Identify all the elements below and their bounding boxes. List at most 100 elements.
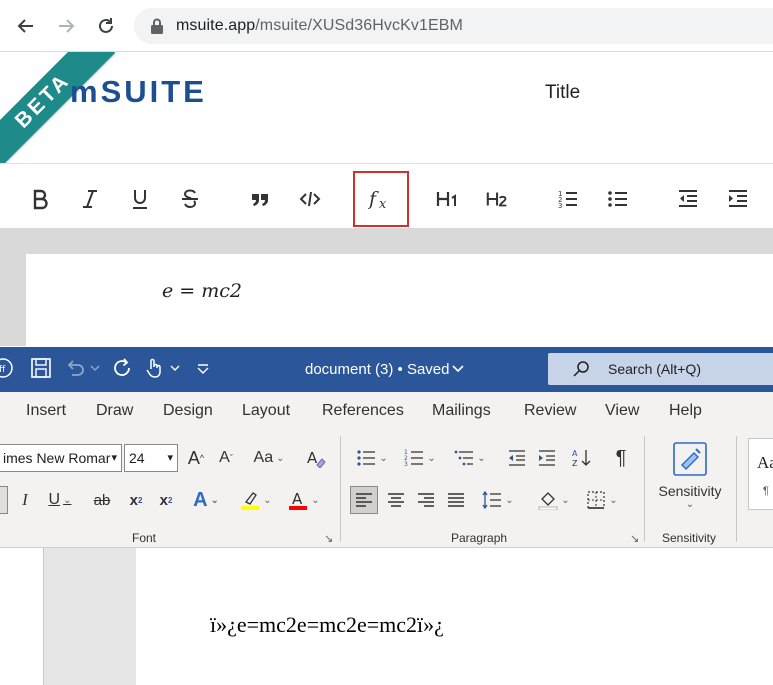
reload-button[interactable]: [92, 12, 120, 40]
bold-toggle[interactable]: [0, 486, 8, 514]
chevron-down-icon: ⌄: [685, 498, 695, 510]
browser-toolbar: msuite.app/msuite/XUSd36HvcKv1EBM: [0, 0, 773, 52]
numbering-icon: 123: [404, 449, 424, 468]
sensitivity-button[interactable]: Sensitivity ⌄: [652, 436, 728, 514]
heading-2-icon: [486, 192, 507, 207]
italic-toggle[interactable]: I: [14, 486, 36, 514]
address-bar[interactable]: msuite.app/msuite/XUSd36HvcKv1EBM: [134, 8, 773, 44]
font-color-button[interactable]: A ⌄: [284, 486, 324, 514]
touch-mode-icon[interactable]: [144, 357, 164, 379]
customize-toolbar-icon[interactable]: [196, 363, 210, 375]
blockquote-button[interactable]: [232, 170, 288, 228]
document-title[interactable]: Title: [545, 82, 580, 104]
shading-button[interactable]: ⌄: [534, 486, 574, 514]
grow-font-button[interactable]: A ^: [184, 444, 208, 472]
touch-mode-dropdown-icon[interactable]: [170, 365, 180, 373]
tab-design[interactable]: Design: [163, 402, 213, 420]
style-preview-normal: Aa: [757, 453, 773, 472]
formula-text[interactable]: e = mc2: [162, 280, 242, 302]
word-document-name[interactable]: document (3) • Saved: [305, 361, 450, 378]
heading-2-button[interactable]: [470, 170, 526, 228]
quote-icon: [252, 194, 268, 206]
decrease-indent-icon: [509, 450, 525, 466]
outdent-icon: [679, 190, 697, 207]
font-name-combo[interactable]: imes New Romar ▾: [0, 444, 122, 472]
code-button[interactable]: [282, 170, 338, 228]
back-button[interactable]: [12, 12, 40, 40]
sensitivity-label-icon: [673, 441, 707, 476]
paragraph-group-label: Paragraph: [451, 531, 508, 545]
indent-button[interactable]: [710, 170, 766, 228]
editor-page[interactable]: [26, 254, 773, 346]
forward-button[interactable]: [52, 12, 80, 40]
tab-mailings[interactable]: Mailings: [432, 402, 491, 420]
tab-review[interactable]: Review: [524, 402, 576, 420]
strikethrough-button[interactable]: [162, 170, 218, 228]
svg-text:x: x: [379, 197, 387, 210]
bullets-button[interactable]: ⌄: [352, 444, 392, 472]
tab-draw[interactable]: Draw: [96, 402, 133, 420]
paragraph-dialog-launcher-icon[interactable]: ↘: [630, 532, 639, 545]
ribbon-body: imes New Romar ▾ 24 ▾ A ^ Aˇ Aa ⌄ A I U ⌄ a…: [0, 430, 773, 548]
bullet-list-button[interactable]: [590, 170, 646, 228]
multilevel-list-button[interactable]: ⌄: [450, 444, 490, 472]
function-icon: fx: [368, 188, 387, 210]
font-size-combo[interactable]: 24 ▾: [124, 444, 178, 472]
word-search-box[interactable]: Search (Alt+Q): [548, 353, 773, 385]
chevron-down-icon[interactable]: ▾: [111, 451, 117, 464]
svg-text:3: 3: [404, 461, 408, 468]
autosave-toggle-icon[interactable]: ff: [0, 357, 14, 379]
word-body-text[interactable]: ï»¿e=mc2e=mc2e=mc2ï»¿: [210, 612, 444, 638]
paint-bucket-icon: [538, 492, 558, 510]
highlight-color-button[interactable]: ⌄: [236, 486, 276, 514]
bold-button[interactable]: [12, 170, 68, 228]
tab-references[interactable]: References: [322, 402, 404, 420]
superscript-button[interactable]: x2: [154, 486, 178, 514]
clear-formatting-button[interactable]: A: [303, 444, 329, 472]
heading-1-button[interactable]: [420, 170, 476, 228]
shrink-font-button[interactable]: Aˇ: [214, 444, 238, 472]
formula-button[interactable]: fx: [353, 171, 409, 227]
styles-gallery[interactable]: Aa ¶: [748, 438, 773, 510]
word-search-placeholder: Search (Alt+Q): [608, 361, 701, 377]
subscript-button[interactable]: x2: [124, 486, 148, 514]
ribbon-tabs: Insert Draw Design Layout References Mai…: [0, 392, 773, 430]
strikethrough-toggle[interactable]: ab: [88, 486, 116, 514]
arrow-left-icon: [17, 19, 33, 33]
tab-layout[interactable]: Layout: [242, 402, 290, 420]
chevron-down-icon[interactable]: ▾: [167, 451, 173, 464]
sort-button[interactable]: AZ: [568, 444, 596, 472]
align-right-button[interactable]: [412, 486, 440, 514]
document-name-chevron-icon[interactable]: [452, 365, 464, 373]
change-case-button[interactable]: Aa ⌄: [250, 444, 288, 472]
tab-view[interactable]: View: [605, 402, 639, 420]
justify-button[interactable]: [442, 486, 470, 514]
italic-button[interactable]: [62, 170, 118, 228]
show-formatting-marks-button[interactable]: ¶: [608, 444, 634, 472]
ordered-list-button[interactable]: 123: [540, 170, 596, 228]
tab-insert[interactable]: Insert: [26, 402, 66, 420]
text-effects-button[interactable]: A ⌄: [188, 486, 224, 514]
align-center-button[interactable]: [382, 486, 410, 514]
font-dialog-launcher-icon[interactable]: ↘: [324, 532, 333, 545]
underline-toggle[interactable]: U ⌄: [42, 486, 78, 514]
align-left-button[interactable]: [350, 486, 378, 514]
outdent-button[interactable]: [660, 170, 716, 228]
code-icon: [299, 191, 321, 207]
line-spacing-icon: [482, 490, 502, 510]
group-divider: [644, 436, 645, 542]
borders-button[interactable]: ⌄: [582, 486, 622, 514]
increase-indent-button[interactable]: [534, 444, 560, 472]
undo-dropdown-icon[interactable]: [90, 365, 100, 373]
highlighter-icon: [241, 492, 260, 510]
numbering-button[interactable]: 1 2 3 ⌄: [400, 444, 440, 472]
save-icon[interactable]: [30, 357, 52, 379]
svg-text:ff: ff: [0, 365, 6, 375]
bullets-icon: [357, 450, 376, 466]
tab-help[interactable]: Help: [669, 402, 702, 420]
redo-icon[interactable]: [112, 357, 134, 379]
underline-button[interactable]: [112, 170, 168, 228]
line-spacing-button[interactable]: ⌄: [478, 486, 518, 514]
decrease-indent-button[interactable]: [504, 444, 530, 472]
undo-icon[interactable]: [64, 357, 86, 379]
